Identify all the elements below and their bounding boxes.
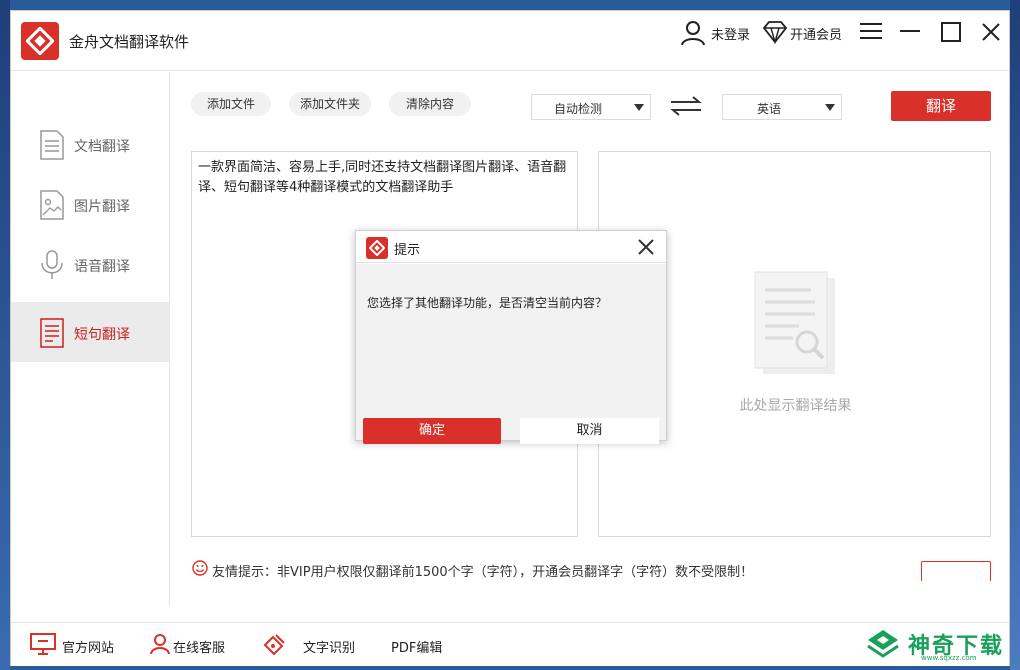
confirm-button[interactable]: 确定 bbox=[363, 418, 501, 444]
clear-content-button[interactable]: 清除内容 bbox=[389, 92, 471, 116]
partially-hidden-button[interactable] bbox=[921, 561, 991, 581]
swap-languages-icon[interactable] bbox=[669, 96, 703, 120]
login-link[interactable]: 未登录 bbox=[711, 24, 750, 43]
vip-link[interactable]: 开通会员 bbox=[790, 24, 842, 43]
official-website-link[interactable]: 官方网站 bbox=[62, 637, 114, 656]
add-folder-button[interactable]: 添加文件夹 bbox=[289, 92, 371, 116]
cancel-button[interactable]: 取消 bbox=[520, 418, 659, 444]
target-language-select[interactable]: 英语 bbox=[722, 94, 842, 120]
text-recognition-link[interactable]: 文字识别 bbox=[303, 637, 355, 656]
watermark-url: www.sqxzz.com bbox=[921, 654, 977, 662]
sentence-document-icon bbox=[39, 318, 65, 352]
empty-document-icon bbox=[749, 270, 841, 384]
smile-icon bbox=[192, 560, 208, 580]
chevron-down-icon bbox=[825, 104, 835, 111]
dialog-message: 您选择了其他翻译功能，是否清空当前内容？ bbox=[367, 294, 607, 311]
target-language-value: 英语 bbox=[723, 100, 815, 117]
source-language-value: 自动检测 bbox=[532, 100, 624, 117]
add-file-button[interactable]: 添加文件 bbox=[191, 92, 271, 116]
close-icon[interactable] bbox=[980, 21, 1002, 47]
dialog-logo-icon bbox=[366, 237, 388, 259]
chevron-down-icon bbox=[634, 104, 644, 111]
dialog-header: 提示 bbox=[356, 231, 666, 263]
sidebar-item-label: 图片翻译 bbox=[74, 196, 130, 216]
minimize-icon[interactable] bbox=[900, 22, 922, 44]
monitor-icon[interactable] bbox=[30, 633, 56, 659]
confirm-dialog: 提示 您选择了其他翻译功能，是否清空当前内容？ 确定 取消 bbox=[355, 230, 667, 441]
app-logo-icon bbox=[21, 22, 59, 60]
source-text[interactable]: 一款界面简洁、容易上手,同时还支持文档翻译图片翻译、语音翻译、短句翻译等4种翻译… bbox=[198, 158, 570, 198]
dialog-title: 提示 bbox=[394, 239, 420, 258]
sidebar-item-label: 语音翻译 bbox=[74, 256, 130, 276]
sidebar-item-voice-translate[interactable]: 语音翻译 bbox=[11, 234, 170, 294]
diamond-icon[interactable] bbox=[762, 20, 788, 48]
pdf-edit-link[interactable]: PDF编辑 bbox=[391, 637, 442, 656]
bottom-bar: 官方网站 在线客服 文字识别 PDF编辑 神奇下载 www.sqx bbox=[11, 622, 1009, 666]
app-title: 金舟文档翻译软件 bbox=[69, 31, 189, 52]
microphone-icon bbox=[39, 250, 65, 284]
dialog-body: 您选择了其他翻译功能，是否清空当前内容？ 确定 取消 bbox=[356, 264, 666, 440]
desktop-background-left bbox=[0, 0, 10, 670]
maximize-icon[interactable] bbox=[940, 21, 962, 47]
online-service-link[interactable]: 在线客服 bbox=[173, 637, 225, 656]
vip-hint-text: 友情提示：非VIP用户权限仅翻译前1500个字（字符），开通会员翻译字（字符）数… bbox=[212, 561, 753, 580]
hamburger-menu-icon[interactable] bbox=[860, 22, 882, 44]
ocr-scan-icon[interactable] bbox=[262, 633, 286, 659]
user-icon[interactable] bbox=[679, 19, 707, 51]
document-icon bbox=[39, 130, 65, 164]
translate-button[interactable]: 翻译 bbox=[891, 91, 991, 121]
dialog-close-icon[interactable] bbox=[636, 237, 656, 261]
sidebar-item-sentence-translate[interactable]: 短句翻译 bbox=[11, 302, 170, 362]
sidebar-item-document-translate[interactable]: 文档翻译 bbox=[11, 114, 170, 174]
sidebar-item-label: 短句翻译 bbox=[74, 324, 130, 344]
source-language-select[interactable]: 自动检测 bbox=[531, 94, 651, 120]
image-icon bbox=[39, 190, 65, 224]
desktop-background-right bbox=[1010, 0, 1020, 670]
customer-service-icon[interactable] bbox=[149, 633, 171, 659]
title-bar: 金舟文档翻译软件 未登录 开通会员 bbox=[11, 11, 1009, 71]
app-window: 金舟文档翻译软件 未登录 开通会员 bbox=[10, 10, 1010, 666]
sidebar-item-image-translate[interactable]: 图片翻译 bbox=[11, 174, 170, 234]
sidebar-item-label: 文档翻译 bbox=[74, 136, 130, 156]
watermark-logo-icon bbox=[866, 628, 900, 664]
sidebar: 文档翻译 图片翻译 语音翻译 bbox=[11, 72, 170, 606]
